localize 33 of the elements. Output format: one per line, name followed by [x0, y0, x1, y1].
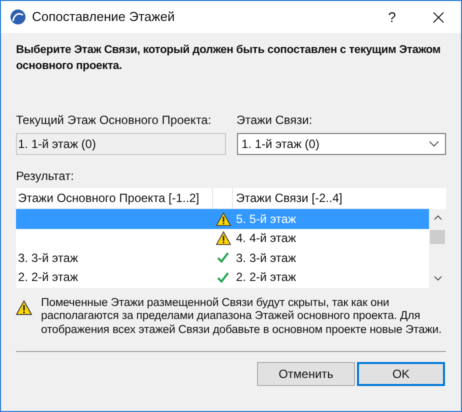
help-button[interactable]: ? [369, 1, 415, 33]
link-stories-label: Этажи Связи: [236, 113, 314, 127]
link-story-cell-text: 4. 4-й этаж [235, 230, 296, 248]
link-stories-dropdown[interactable]: 1. 1-й этаж (0) [236, 133, 446, 155]
ok-button[interactable]: OK [357, 362, 445, 386]
checkmark-icon [217, 272, 229, 283]
scrollbar-thumb[interactable] [430, 230, 445, 244]
link-story-cell-text: 3. 3-й этаж [235, 250, 296, 267]
result-label: Результат: [16, 169, 75, 183]
table-row[interactable]: 3. 3-й этаж 3. 3-й этаж [16, 248, 429, 268]
warning-icon [216, 231, 230, 246]
current-story-label: Текущий Этаж Основного Проекта: [16, 113, 212, 127]
checkmark-icon [217, 252, 229, 264]
scroll-up-icon[interactable] [434, 215, 442, 220]
cancel-button[interactable]: Отменить [257, 362, 355, 386]
link-story-cell-text: 5. 5-й этаж [235, 210, 296, 228]
link-story-cell-text: 2. 2-й этаж [235, 269, 296, 286]
window-title: Сопоставление Этажей [32, 8, 175, 26]
column-header: Этажи Основного Проекта [-1..2] [16, 188, 213, 208]
app-logo-icon [10, 9, 26, 25]
scroll-down-icon[interactable] [434, 276, 442, 281]
warning-icon [16, 300, 32, 315]
instruction-text: Выберите Этаж Связи, который должен быть сопоставлен с текущим Этажом основного проекта. [16, 43, 442, 74]
host-story-cell-text: 2. 2-й этаж [18, 269, 78, 286]
chevron-down-icon [429, 141, 439, 147]
table-row[interactable]: 2. 2-й этаж 2. 2-й этаж [16, 268, 429, 287]
warning-text: Помеченные Этажи размещенной Связи будут скрыты, так как они располагаются за пределами диапазона Этажей основного проекта. Для отображения всех этажей Связи добавьте в основном проекте новые Этажи. [41, 297, 443, 338]
column-header: Этажи Связи [-2..4] [235, 190, 344, 207]
table-row[interactable]: 4. 4-й этаж [16, 228, 429, 248]
close-icon [432, 12, 444, 22]
current-story-field: 1. 1-й этаж (0) [16, 133, 226, 155]
warning-icon [216, 212, 230, 226]
host-story-cell-text: 3. 3-й этаж [18, 250, 78, 267]
